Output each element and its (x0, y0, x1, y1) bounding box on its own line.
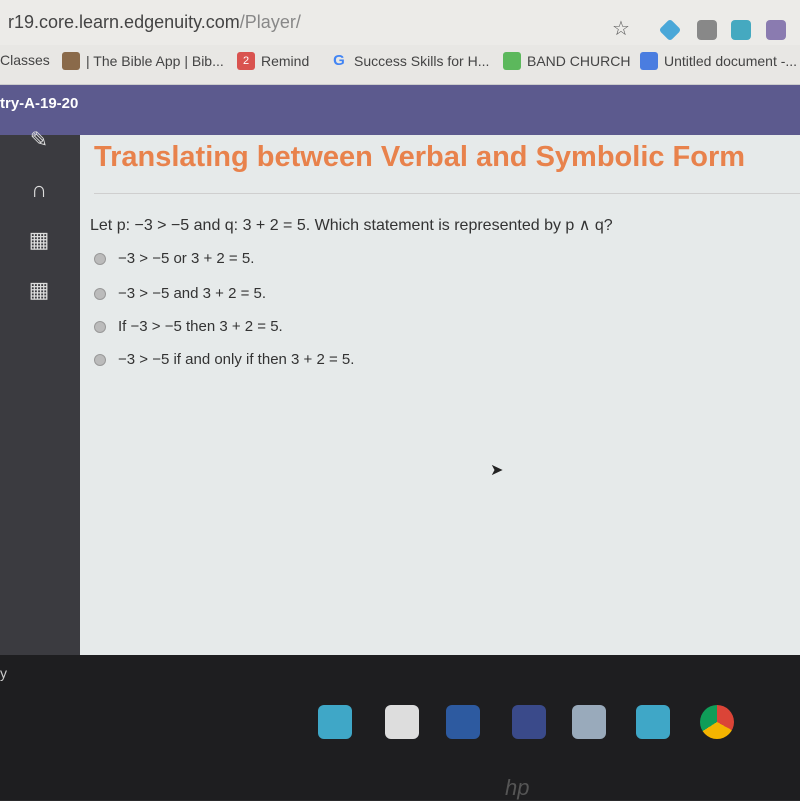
bookmark-star-icon[interactable]: ☆ (612, 16, 630, 41)
address-bar[interactable]: r19.core.learn.edgenuity.com/Player/ ☆ (0, 0, 800, 45)
cloud-extension-icon[interactable] (731, 20, 751, 40)
divider (94, 193, 800, 194)
google-icon: G (333, 52, 345, 69)
diamond-extension-icon[interactable] (658, 18, 682, 42)
question-text: Let p: −3 > −5 and q: 3 + 2 = 5. Which s… (90, 217, 613, 234)
c-extension-icon[interactable] (697, 20, 717, 40)
partial-label: y (0, 665, 7, 681)
app-icon[interactable] (446, 705, 480, 739)
radio-button[interactable] (94, 287, 106, 300)
rocket-app-icon[interactable] (572, 705, 606, 739)
radio-button[interactable] (94, 252, 106, 265)
radio-button[interactable] (94, 353, 106, 366)
calculator-icon[interactable]: ▦ (24, 277, 54, 302)
bookmark-band-church[interactable]: BAND CHURCH (503, 52, 630, 70)
answer-option-4[interactable]: −3 > −5 if and only if then 3 + 2 = 5. (94, 351, 354, 368)
answer-option-2[interactable]: −3 > −5 and 3 + 2 = 5. (94, 285, 266, 302)
game-app-icon[interactable] (512, 705, 546, 739)
bookmark-success-skills[interactable]: G Success Skills for H... (330, 52, 489, 70)
cloud-app-icon[interactable] (636, 705, 670, 739)
answer-option-3[interactable]: If −3 > −5 then 3 + 2 = 5. (94, 318, 283, 335)
cloud-app-icon[interactable] (318, 705, 352, 739)
tool-sidebar: ✎ ∩ ▦ ▦ (0, 127, 80, 655)
docs-icon (640, 52, 658, 70)
files-app-icon[interactable] (385, 705, 419, 739)
calculator-icon[interactable]: ▦ (24, 227, 54, 252)
remind-icon: 2 (237, 52, 255, 70)
bookmark-untitled-document[interactable]: Untitled document -... (640, 52, 797, 70)
lesson-panel: Translating between Verbal and Symbolic … (80, 135, 800, 655)
hp-logo: hp (505, 775, 530, 800)
bible-app-icon (62, 52, 80, 70)
lesson-title: Translating between Verbal and Symbolic … (94, 141, 746, 173)
course-name: try-A-19-20 (0, 95, 79, 112)
mouse-cursor-icon: ➤ (490, 462, 504, 479)
headphones-icon[interactable]: ∩ (24, 177, 54, 202)
course-header (0, 85, 800, 135)
bookmark-classes[interactable]: Classes (0, 52, 50, 68)
pencil-icon[interactable]: ✎ (24, 127, 54, 152)
chrome-icon[interactable] (700, 705, 734, 739)
radio-button[interactable] (94, 320, 106, 333)
bookmark-remind[interactable]: 2 Remind (237, 52, 309, 70)
band-icon (503, 52, 521, 70)
url-text[interactable]: r19.core.learn.edgenuity.com/Player/ (8, 12, 301, 33)
pdf-extension-icon[interactable] (766, 20, 786, 40)
bookmark-bible-app[interactable]: | The Bible App | Bib... (62, 52, 224, 70)
answer-option-1[interactable]: −3 > −5 or 3 + 2 = 5. (94, 250, 254, 267)
